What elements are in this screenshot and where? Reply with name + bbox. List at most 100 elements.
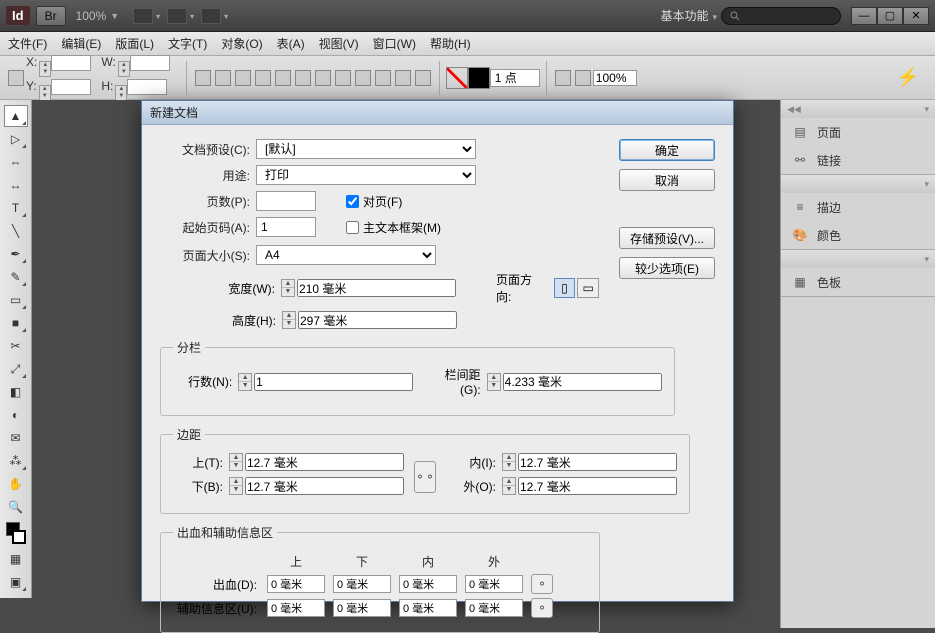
opt-icon-6[interactable] [295,70,311,86]
orientation-portrait-button[interactable]: ▯ [554,278,576,298]
y-input[interactable] [51,79,91,95]
selection-tool[interactable]: ▲ [4,105,28,127]
height-spinner[interactable]: ▲▼ [282,311,296,329]
opt-icon-10[interactable] [375,70,391,86]
bleed-top-input[interactable] [267,575,325,593]
panel-stroke[interactable]: ≡描边 [781,193,935,221]
slug-link-button[interactable]: ⚬ [531,598,553,618]
menu-object[interactable]: 对象(O) [221,35,262,52]
direct-selection-tool[interactable]: ▷ [4,128,28,150]
panel-header-2[interactable]: ▾ [781,175,935,193]
page-size-select[interactable]: A4 [256,245,436,265]
column-count-input[interactable] [254,373,413,391]
gutter-spinner[interactable]: ▲▼ [487,373,501,391]
menu-type[interactable]: 文字(T) [168,35,207,52]
menu-window[interactable]: 窗口(W) [373,35,416,52]
rectangle-tool[interactable]: ■ [4,312,28,334]
search-input[interactable] [721,7,841,25]
orientation-landscape-button[interactable]: ▭ [577,278,599,298]
bleed-inside-input[interactable] [399,575,457,593]
bleed-outside-input[interactable] [465,575,523,593]
bleed-link-button[interactable]: ⚬ [531,574,553,594]
window-minimize-button[interactable]: — [851,7,877,25]
opt-icon-7[interactable] [315,70,331,86]
view-options-icon[interactable] [133,8,153,24]
slug-inside-input[interactable] [399,599,457,617]
gutter-input[interactable] [503,373,662,391]
opacity-input[interactable]: 100% [593,70,637,86]
margins-link-button[interactable]: ⚬⚬ [414,461,436,493]
start-page-input[interactable] [256,217,316,237]
opt-icon-12[interactable] [415,70,431,86]
screen-mode-icon[interactable] [167,8,187,24]
eyedropper-tool[interactable]: ⁂ [4,450,28,472]
width-input[interactable] [297,279,456,297]
preset-select[interactable]: [默认] [256,139,476,159]
apply-color-tool[interactable]: ▦ [4,548,28,570]
w-input[interactable] [130,55,170,71]
panel-pages[interactable]: ▤页面 [781,118,935,146]
fill-none-swatch[interactable] [446,67,468,89]
margin-outside-spinner[interactable]: ▲▼ [502,477,516,495]
panel-header-1[interactable]: ◀◀▾ [781,100,935,118]
free-transform-tool[interactable]: ⤢ [4,358,28,380]
panel-header-3[interactable]: ▾ [781,250,935,268]
margin-top-spinner[interactable]: ▲▼ [229,453,243,471]
gap-tool[interactable]: ↔ [4,174,28,196]
opt-icon-13[interactable] [555,70,571,86]
ok-button[interactable]: 确定 [619,139,715,161]
screen-mode-tool[interactable]: ▣ [4,571,28,593]
pages-input[interactable] [256,191,316,211]
y-spinner[interactable]: ▲▼ [39,85,51,101]
zoom-level[interactable]: 100% [76,9,107,23]
master-frame-checkbox[interactable] [346,221,359,234]
margin-bottom-input[interactable] [245,477,404,495]
window-maximize-button[interactable]: ▢ [877,7,903,25]
hand-tool[interactable]: ✋ [4,473,28,495]
margin-outside-input[interactable] [518,477,677,495]
line-tool[interactable]: ╲ [4,220,28,242]
x-input[interactable] [51,55,91,71]
menu-help[interactable]: 帮助(H) [430,35,471,52]
quick-apply-icon[interactable]: ⚡ [887,67,929,88]
menu-file[interactable]: 文件(F) [8,35,47,52]
scissors-tool[interactable]: ✂ [4,335,28,357]
menu-edit[interactable]: 编辑(E) [61,35,101,52]
slug-bottom-input[interactable] [333,599,391,617]
h-spinner[interactable]: ▲▼ [115,85,127,101]
note-tool[interactable]: ✉ [4,427,28,449]
opt-icon-1[interactable] [195,70,211,86]
margin-bottom-spinner[interactable]: ▲▼ [229,477,243,495]
slug-outside-input[interactable] [465,599,523,617]
opt-icon-5[interactable] [275,70,291,86]
column-count-spinner[interactable]: ▲▼ [238,373,252,391]
bridge-button[interactable]: Br [36,6,66,26]
menu-view[interactable]: 视图(V) [319,35,359,52]
workspace-switcher[interactable]: 基本功能 [660,7,717,24]
save-preset-button[interactable]: 存储预设(V)... [619,227,715,249]
page-tool[interactable]: ⇔ [4,151,28,173]
pen-tool[interactable]: ✒ [4,243,28,265]
panel-color[interactable]: 🎨颜色 [781,221,935,249]
h-input[interactable] [127,79,167,95]
pencil-tool[interactable]: ✎ [4,266,28,288]
opt-icon-3[interactable] [235,70,251,86]
opt-icon-9[interactable] [355,70,371,86]
menu-layout[interactable]: 版面(L) [115,35,154,52]
w-spinner[interactable]: ▲▼ [118,61,130,77]
arrange-documents-icon[interactable] [201,8,221,24]
opt-icon-11[interactable] [395,70,411,86]
stroke-swatch[interactable] [12,530,26,544]
margin-inside-spinner[interactable]: ▲▼ [502,453,516,471]
intent-select[interactable]: 打印 [256,165,476,185]
fewer-options-button[interactable]: 较少选项(E) [619,257,715,279]
type-tool[interactable]: T [4,197,28,219]
zoom-tool[interactable]: 🔍 [4,496,28,518]
opt-icon-14[interactable] [575,70,591,86]
menu-table[interactable]: 表(A) [277,35,305,52]
opt-icon-2[interactable] [215,70,231,86]
margin-inside-input[interactable] [518,453,677,471]
window-close-button[interactable]: ✕ [903,7,929,25]
x-spinner[interactable]: ▲▼ [39,61,51,77]
gradient-feather-tool[interactable]: ◐ [4,404,28,426]
